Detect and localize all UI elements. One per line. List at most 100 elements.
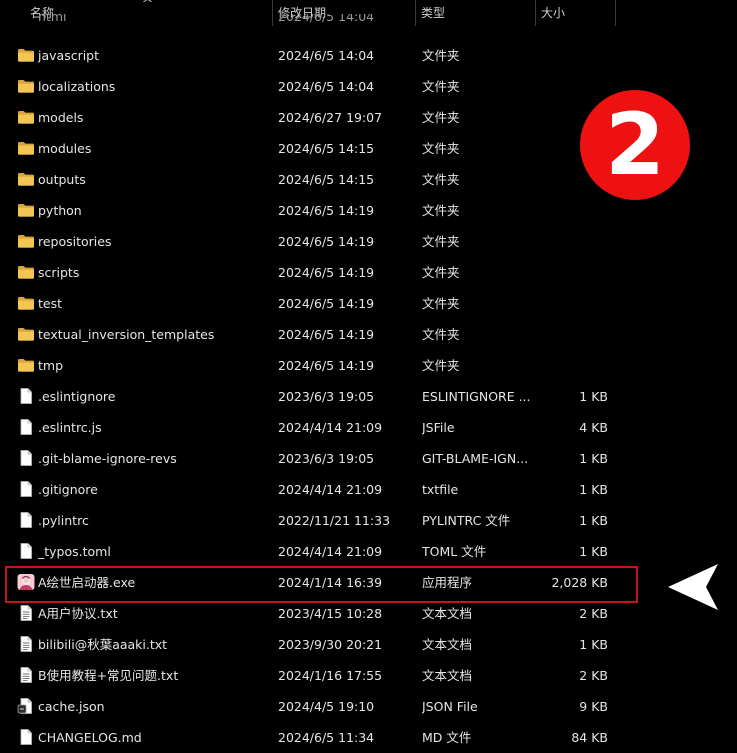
file-name: javascript (38, 48, 100, 63)
file-icon (17, 388, 35, 404)
file-name: _typos.toml (38, 544, 111, 559)
pointer-arrow-icon (668, 564, 718, 610)
file-size (540, 288, 608, 319)
file-name: cache.json (38, 699, 105, 714)
text-document-icon (17, 605, 35, 621)
file-size: 1 KB (579, 389, 608, 404)
file-row[interactable]: .eslintignore 2023/6/3 19:05 ESLINTIGNORE … (0, 381, 737, 412)
file-type: 文件夹 (422, 234, 460, 249)
file-name: test (38, 296, 63, 311)
file-name: repositories (38, 234, 112, 249)
file-type: TOML 文件 (422, 544, 487, 559)
file-size: 4 KB (579, 420, 608, 435)
file-size (540, 319, 608, 350)
file-date: 2023/6/3 19:05 (278, 389, 375, 404)
file-date: 2024/6/5 14:19 (278, 296, 375, 311)
file-name: modules (38, 141, 92, 156)
file-name: models (38, 110, 84, 125)
file-date: 2024/6/5 14:04 (278, 14, 375, 24)
highlight-box (5, 566, 638, 603)
file-date: 2023/6/3 19:05 (278, 451, 375, 466)
file-date: 2024/6/5 11:34 (278, 730, 375, 745)
file-name: CHANGELOG.md (38, 730, 142, 745)
file-date: 2024/4/14 21:09 (278, 544, 383, 559)
file-date: 2024/6/5 14:19 (278, 327, 375, 342)
file-type: 文件夹 (422, 172, 460, 187)
file-type: MD 文件 (422, 730, 472, 745)
file-name: outputs (38, 172, 86, 187)
folder-row[interactable]: tmp 2024/6/5 14:19 文件夹 (0, 350, 737, 381)
folder-icon (17, 326, 35, 342)
file-type: 文件夹 (422, 79, 460, 94)
file-date: 2024/6/5 14:04 (278, 79, 375, 94)
file-row[interactable]: .pylintrc 2022/11/21 11:33 PYLINTRC 文件 1 KB (0, 505, 737, 536)
file-type: 文件夹 (422, 358, 460, 373)
folder-icon (17, 47, 35, 63)
file-row[interactable]: cache.json 2024/4/5 19:10 JSON File 9 KB (0, 691, 737, 722)
file-row[interactable]: bilibili@秋葉aaaki.txt 2023/9/30 20:21 文本文档 1… (0, 629, 737, 660)
folder-icon (17, 202, 35, 218)
file-row[interactable]: _typos.toml 2024/4/14 21:09 TOML 文件 1 KB (0, 536, 737, 567)
file-icon (17, 543, 35, 559)
file-date: 2023/9/30 20:21 (278, 637, 383, 652)
file-name: .eslintrc.js (38, 420, 102, 435)
file-size (540, 40, 608, 71)
file-size: 1 KB (579, 544, 608, 559)
file-date: 2024/6/5 14:19 (278, 265, 375, 280)
file-type: 文本文档 (422, 668, 473, 683)
file-name: B使用教程+常见问题.txt (38, 668, 179, 683)
folder-icon (17, 357, 35, 373)
file-date: 2024/6/5 14:15 (278, 172, 375, 187)
file-size (540, 257, 608, 288)
file-row-partial[interactable]: html 2024/6/5 14:04 (0, 14, 737, 26)
folder-row[interactable]: repositories 2024/6/5 14:19 文件夹 (0, 226, 737, 257)
file-size: 1 KB (579, 513, 608, 528)
folder-row[interactable]: python 2024/6/5 14:19 文件夹 (0, 195, 737, 226)
folder-icon (17, 295, 35, 311)
file-type: JSON File (422, 699, 478, 714)
file-row[interactable]: .gitignore 2024/4/14 21:09 txtfile 1 KB (0, 474, 737, 505)
file-type: GIT-BLAME-IGN... (422, 451, 529, 466)
file-icon (17, 729, 35, 745)
file-icon (17, 512, 35, 528)
file-row[interactable]: .eslintrc.js 2024/4/14 21:09 JSFile 4 KB (0, 412, 737, 443)
folder-row[interactable]: textual_inversion_templates 2024/6/5 14:1… (0, 319, 737, 350)
file-name: textual_inversion_templates (38, 327, 215, 342)
file-type: 文件夹 (422, 110, 460, 125)
file-type: 文件夹 (422, 203, 460, 218)
file-date: 2024/6/27 19:07 (278, 110, 383, 125)
folder-row[interactable]: test 2024/6/5 14:19 文件夹 (0, 288, 737, 319)
file-size: 2 KB (579, 668, 608, 683)
file-size: 84 KB (571, 730, 608, 745)
file-type: ESLINTIGNORE ... (422, 389, 531, 404)
file-date: 2024/6/5 14:19 (278, 203, 375, 218)
file-row[interactable]: B使用教程+常见问题.txt 2024/1/16 17:55 文本文档 2 KB (0, 660, 737, 691)
file-row[interactable]: .git-blame-ignore-revs 2023/6/3 19:05 GIT-… (0, 443, 737, 474)
file-icon (17, 481, 35, 497)
folder-icon (17, 264, 35, 280)
folder-row[interactable]: scripts 2024/6/5 14:19 文件夹 (0, 257, 737, 288)
file-type: 文件夹 (422, 327, 460, 342)
file-name: .eslintignore (38, 389, 116, 404)
file-name: scripts (38, 265, 80, 280)
file-name: .git-blame-ignore-revs (38, 451, 177, 466)
file-type: 文本文档 (422, 637, 473, 652)
file-date: 2024/6/5 14:19 (278, 234, 375, 249)
file-date: 2024/4/14 21:09 (278, 420, 383, 435)
file-size: 1 KB (579, 482, 608, 497)
file-type: txtfile (422, 482, 459, 497)
file-name: tmp (38, 358, 64, 373)
file-name: bilibili@秋葉aaaki.txt (38, 637, 168, 652)
file-date: 2024/1/16 17:55 (278, 668, 383, 683)
file-row[interactable]: CHANGELOG.md 2024/6/5 11:34 MD 文件 84 KB (0, 722, 737, 753)
folder-icon (17, 233, 35, 249)
file-size (540, 195, 608, 226)
file-name: html (38, 14, 67, 24)
folder-row[interactable]: javascript 2024/6/5 14:04 文件夹 (0, 40, 737, 71)
file-date: 2024/6/5 14:15 (278, 141, 375, 156)
file-name: .pylintrc (38, 513, 89, 528)
file-size: 9 KB (579, 699, 608, 714)
folder-icon (17, 171, 35, 187)
file-type: PYLINTRC 文件 (422, 513, 511, 528)
file-size: 1 KB (579, 637, 608, 652)
